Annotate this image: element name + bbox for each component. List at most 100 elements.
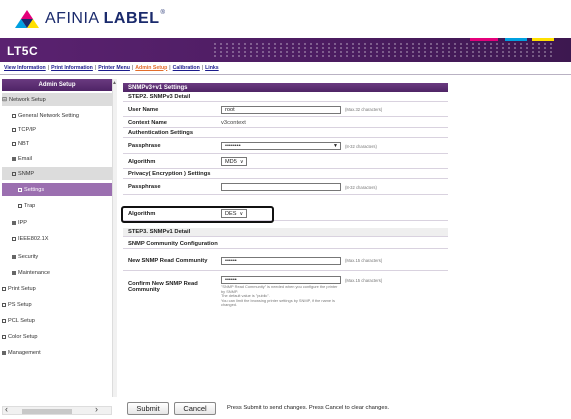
scrollbar-thumb[interactable]	[22, 409, 72, 414]
page-icon	[12, 141, 16, 146]
sidebar-item-tcpip[interactable]: TCP/IP	[2, 123, 112, 136]
nav-link-links[interactable]: Links	[205, 65, 219, 71]
header-stripe-magenta	[470, 38, 498, 41]
sidebar-item-print-setup[interactable]: Print Setup	[2, 282, 112, 295]
expand-icon	[12, 254, 16, 259]
confirm-read-community-label: Confirm New SNMP Read Community	[128, 281, 198, 293]
top-nav: View Information | Print Information | P…	[4, 63, 219, 72]
nav-link-view-information[interactable]: View Information	[4, 65, 46, 71]
logo-triangles-icon	[15, 10, 39, 28]
sidebar-item-ps-setup[interactable]: PS Setup	[2, 298, 112, 311]
sidebar-item-snmp[interactable]: SNMP	[2, 167, 112, 180]
page-icon	[12, 127, 16, 132]
nav-separator: |	[131, 64, 134, 71]
confirm-read-community-note: "SNMP Read Community" is needed when you…	[221, 284, 338, 308]
auth-settings-row: Authentication Settings	[123, 129, 448, 138]
expand-icon	[12, 270, 16, 275]
sidebar-item-label: Management	[8, 349, 41, 356]
panel-title: SNMPv3+v1 Settings	[123, 83, 448, 92]
sidebar-item-label: NBT	[18, 140, 30, 147]
step3-heading: STEP3. SNMPv1 Detail	[128, 229, 191, 235]
passphrase-privacy-input[interactable]	[221, 183, 341, 191]
nav-divider	[0, 74, 571, 75]
cancel-button[interactable]: Cancel	[174, 402, 216, 415]
nav-link-print-information[interactable]: Print Information	[51, 65, 93, 71]
confirm-read-community-input[interactable]: ••••••	[221, 276, 341, 284]
sidebar-item-label: IEEE802.1X	[18, 235, 49, 242]
sidebar-item-trap[interactable]: Trap	[2, 199, 112, 212]
sidebar-item-management[interactable]: Management	[2, 346, 112, 359]
sidebar-item-label: Trap	[24, 202, 36, 209]
privacy-settings-heading: Privacy( Encryption ) Settings	[128, 171, 211, 177]
sidebar-vertical-scrollbar[interactable]	[112, 79, 117, 397]
user-name-input[interactable]: root	[221, 105, 341, 114]
page-icon	[2, 334, 6, 339]
algorithm-auth-select[interactable]: MD5 ∨	[221, 157, 248, 166]
sidebar-item-color-setup[interactable]: Color Setup	[2, 330, 112, 343]
passphrase-privacy-label: Passphrase	[128, 184, 161, 190]
expand-icon	[12, 156, 16, 161]
passphrase-privacy-hint: (8-32 characters)	[345, 184, 377, 190]
confirm-read-community-group: •••••• (Max.15 characters) "SNMP Read Co…	[221, 276, 448, 308]
confirm-read-community-hint: (Max.15 characters)	[345, 277, 383, 283]
new-read-community-input[interactable]: ••••••	[221, 256, 341, 265]
sidebar-item-nbt[interactable]: NBT	[2, 137, 112, 150]
new-read-community-row: New SNMP Read Community •••••• (Max.15 c…	[123, 251, 448, 271]
passphrase-auth-hint: (8-32 characters)	[345, 143, 377, 149]
sidebar-item-settings[interactable]: Settings	[2, 183, 112, 196]
nav-link-printer-menu[interactable]: Printer Menu	[98, 65, 130, 71]
context-name-value: v3context	[221, 119, 246, 126]
footer-message: Press Submit to send changes. Press Canc…	[227, 405, 390, 411]
sidebar: Admin Setup ⊟ Network Setup General Netwo…	[0, 79, 114, 397]
scroll-up-arrow-icon[interactable]: ▲	[112, 80, 117, 86]
main-content: SNMPv3+v1 Settings STEP2. SNMPv3 Detail …	[120, 79, 571, 397]
chevron-down-icon: ▼	[333, 143, 338, 149]
sidebar-item-ipp[interactable]: IPP	[2, 216, 112, 229]
chevron-down-icon: ⊟	[2, 97, 8, 103]
header-dot-pattern	[212, 42, 552, 58]
submit-button[interactable]: Submit	[127, 402, 169, 415]
scroll-right-arrow-icon[interactable]: ›	[95, 404, 98, 414]
new-read-community-hint: (Max.15 characters)	[345, 258, 383, 263]
sidebar-item-label: Maintenance	[18, 269, 51, 276]
sidebar-item-label: Security	[18, 253, 39, 260]
sidebar-item-security[interactable]: Security	[2, 250, 112, 263]
chevron-down-icon: ∨	[239, 158, 244, 165]
page-icon	[12, 236, 16, 241]
scroll-left-arrow-icon[interactable]: ‹	[5, 404, 8, 414]
page-icon	[18, 203, 22, 208]
header-stripe-yellow	[532, 38, 554, 41]
sidebar-item-label: General Network Setting	[18, 112, 79, 119]
brand-suffix: LABEL	[103, 10, 160, 27]
sidebar-item-email[interactable]: Email	[2, 152, 112, 165]
nav-link-admin-setup[interactable]: Admin Setup	[135, 65, 167, 71]
privacy-settings-row: Privacy( Encryption ) Settings	[123, 170, 448, 179]
step2-heading: STEP2. SNMPv3 Detail	[128, 94, 191, 100]
sidebar-item-general-network-setting[interactable]: General Network Setting	[2, 109, 112, 122]
sidebar-item-label: PS Setup	[8, 301, 32, 308]
brand-name: AFINIA LABEL®	[45, 10, 165, 28]
brand-prefix: AFINIA	[45, 10, 99, 27]
sidebar-title: Admin Setup	[2, 79, 112, 91]
page-icon	[18, 187, 22, 192]
nav-separator: |	[47, 64, 50, 71]
new-read-community-label: New SNMP Read Community	[128, 257, 208, 264]
community-config-heading: SNMP Community Configuration	[128, 240, 218, 247]
sidebar-item-maintenance[interactable]: Maintenance	[2, 266, 112, 279]
passphrase-auth-input[interactable]: •••••••• ▼	[221, 142, 341, 150]
header-bar: LT5C	[0, 38, 571, 62]
sidebar-item-label: Network Setup	[9, 96, 46, 103]
sidebar-item-pcl-setup[interactable]: PCL Setup	[2, 314, 112, 327]
sidebar-item-label: SNMP	[18, 170, 35, 177]
community-config-row: SNMP Community Configuration	[123, 239, 448, 249]
sidebar-item-network-setup[interactable]: ⊟ Network Setup	[2, 93, 112, 106]
algorithm-auth-row: Algorithm MD5 ∨	[123, 155, 448, 169]
sidebar-item-ieee8021x[interactable]: IEEE802.1X	[2, 232, 112, 245]
nav-separator: |	[94, 64, 97, 71]
passphrase-auth-label: Passphrase	[128, 143, 161, 149]
sidebar-item-label: Print Setup	[8, 285, 36, 292]
brand-tm: ®	[160, 10, 166, 16]
header-stripe-blue	[505, 38, 527, 41]
nav-link-calibration[interactable]: Calibration	[173, 65, 200, 71]
auth-settings-heading: Authentication Settings	[128, 130, 194, 136]
